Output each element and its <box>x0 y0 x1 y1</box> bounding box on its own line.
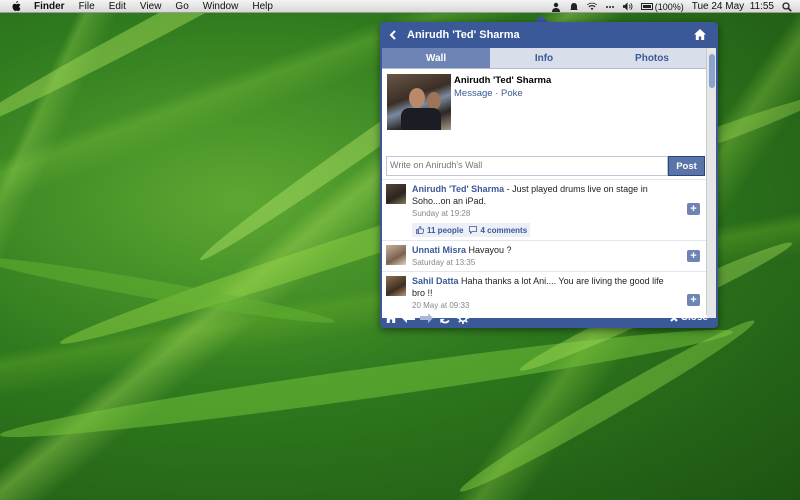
home-icon[interactable] <box>384 311 397 324</box>
post-timestamp[interactable]: Sunday at 19:28 <box>412 209 702 218</box>
widget-title: Anirudh 'Ted' Sharma <box>407 29 520 41</box>
bluetooth-icon[interactable] <box>605 2 615 12</box>
battery-percent: (100%) <box>654 1 684 12</box>
add-comment-button[interactable]: + <box>687 203 700 215</box>
menu-go[interactable]: Go <box>175 1 188 12</box>
menu-finder[interactable]: Finder <box>34 1 65 12</box>
menu-edit[interactable]: Edit <box>109 1 126 12</box>
wall-feed: Anirudh 'Ted' Sharma - Just played drums… <box>382 179 706 315</box>
close-label: Close <box>680 312 708 323</box>
profile-action-links[interactable]: Message · Poke <box>454 88 551 99</box>
arrow-left-icon[interactable] <box>402 311 415 324</box>
scrollbar-thumb[interactable] <box>709 54 715 88</box>
profile-photo[interactable] <box>387 74 451 130</box>
menu-file[interactable]: File <box>79 1 95 12</box>
comment-bubble-icon <box>469 226 478 234</box>
avatar[interactable] <box>386 276 406 296</box>
arrow-right-icon[interactable] <box>420 311 433 324</box>
post-timestamp[interactable]: 20 May at 09:33 <box>412 301 702 310</box>
widget-body: Wall Info Photos Anirudh 'Ted' Sharma Me… <box>382 48 706 318</box>
facebook-popover: Anirudh 'Ted' Sharma Wall Info Photos An… <box>380 22 718 328</box>
wall-post-input[interactable]: Write on Anirudh's Wall <box>386 156 668 176</box>
gear-icon[interactable] <box>456 311 469 324</box>
menu-help[interactable]: Help <box>252 1 273 12</box>
add-comment-button[interactable]: + <box>687 294 700 306</box>
popover-pointer <box>534 15 548 22</box>
comments-count[interactable]: 4 comments <box>469 226 527 235</box>
home-icon[interactable] <box>694 29 706 41</box>
grass-blade <box>0 0 425 141</box>
close-button[interactable]: Close <box>670 312 708 323</box>
likes-label: 11 people <box>427 225 464 235</box>
notification-bell-icon[interactable] <box>569 2 579 12</box>
wifi-icon[interactable] <box>586 2 597 12</box>
apple-menu-icon[interactable] <box>10 0 22 12</box>
close-icon <box>670 313 678 322</box>
battery-icon <box>640 3 653 10</box>
wall-composer: Write on Anirudh's Wall Post <box>386 156 705 176</box>
post-stats: 11 people 4 comments <box>412 223 530 237</box>
feed-scrollbar[interactable] <box>706 48 716 318</box>
spotlight-search-icon[interactable] <box>782 1 792 12</box>
wall-post: Anirudh 'Ted' Sharma - Just played drums… <box>382 179 706 240</box>
back-button[interactable] <box>383 22 403 48</box>
profile-name: Anirudh 'Ted' Sharma <box>454 75 552 86</box>
comments-label: 4 comments <box>480 225 528 235</box>
post-text: Havayou ? <box>466 245 512 255</box>
post-author[interactable]: Sahil Datta <box>412 276 459 286</box>
menu-window[interactable]: Window <box>203 1 239 12</box>
thumbs-up-icon <box>416 226 424 234</box>
chevron-left-icon <box>389 30 396 40</box>
menu-bar: Finder File Edit View Go Window Help (10… <box>0 0 800 13</box>
refresh-icon[interactable] <box>438 311 451 324</box>
menu-view[interactable]: View <box>140 1 162 12</box>
avatar[interactable] <box>386 245 406 265</box>
add-comment-button[interactable]: + <box>687 250 700 262</box>
post-author[interactable]: Anirudh 'Ted' Sharma <box>412 184 504 194</box>
profile-tabs: Wall Info Photos <box>382 48 706 69</box>
tab-wall[interactable]: Wall <box>382 48 490 68</box>
wall-post: Unnati Misra Havayou ? Saturday at 13:35… <box>382 240 706 271</box>
post-timestamp[interactable]: Saturday at 13:35 <box>412 258 702 267</box>
facebook-user-icon[interactable] <box>551 2 561 12</box>
tab-info[interactable]: Info <box>490 48 598 68</box>
volume-icon[interactable] <box>622 2 633 12</box>
avatar[interactable] <box>386 184 406 204</box>
post-button[interactable]: Post <box>668 156 705 176</box>
profile-header: Anirudh 'Ted' Sharma Message · Poke <box>382 69 706 131</box>
post-author[interactable]: Unnati Misra <box>412 245 466 255</box>
clock[interactable]: Tue 24 May 11:55 <box>692 1 774 12</box>
wall-post: Sahil Datta Haha thanks a lot Ani.... Yo… <box>382 271 706 315</box>
tab-photos[interactable]: Photos <box>598 48 706 68</box>
likes-count[interactable]: 11 people <box>416 226 463 235</box>
widget-toolbar <box>384 311 469 324</box>
battery-status[interactable]: (100%) <box>640 1 684 12</box>
widget-header: Anirudh 'Ted' Sharma <box>380 22 718 48</box>
